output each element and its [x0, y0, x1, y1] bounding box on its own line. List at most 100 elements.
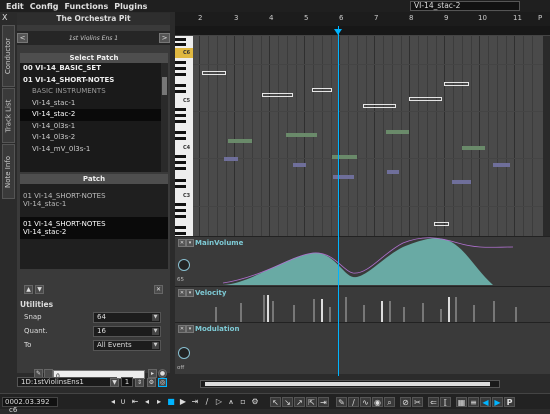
note[interactable] [312, 88, 332, 92]
scroll-left-icon[interactable]: ⇐ [428, 397, 439, 407]
move-down-button[interactable]: ▼ [35, 285, 44, 294]
menu-functions[interactable]: Functions [61, 2, 111, 11]
lane-remove-button[interactable]: ✕ [178, 289, 186, 297]
horizontal-scrollbar[interactable] [200, 380, 500, 388]
note[interactable] [409, 97, 442, 101]
track-number[interactable]: 1 [121, 377, 133, 387]
target-icon[interactable]: ◎ [158, 378, 167, 387]
move-tool-icon[interactable]: ↘ [282, 397, 293, 407]
lane-remove-button[interactable]: ✕ [178, 325, 186, 333]
metronome-icon[interactable]: ⩚ [226, 397, 236, 407]
list-item[interactable]: VI-14_stac-2 [20, 109, 168, 121]
rewind-icon[interactable]: ◂ [108, 397, 118, 407]
scroll-thumb[interactable] [162, 77, 167, 95]
stepper-icon[interactable]: ⇕ [135, 378, 144, 387]
prev-instrument-button[interactable]: < [17, 33, 28, 43]
modulation-lane[interactable]: ✕ ▾ Modulation off [175, 322, 550, 374]
note[interactable] [387, 170, 399, 174]
main-volume-lane[interactable]: ✕ ▾ MainVolume 65 [175, 236, 550, 286]
vertical-scrollbar[interactable] [543, 36, 550, 236]
lane-menu-button[interactable]: ▾ [186, 325, 194, 333]
stop-icon[interactable]: ■ [166, 397, 176, 407]
note[interactable] [434, 222, 449, 226]
close-panel-button[interactable]: X [2, 13, 7, 22]
patch-assignment-item[interactable]: 01 VI-14_SHORT-NOTES VI-14_stac-2 [20, 217, 168, 239]
note[interactable] [386, 130, 409, 134]
list-item[interactable]: BASIC INSTRUMENTS [20, 86, 168, 98]
skip-back-icon[interactable]: ⇤ [130, 397, 140, 407]
track-select[interactable]: 1D:1stViolinsEns1 [17, 377, 117, 387]
length-tool-icon[interactable]: ⇥ [318, 397, 329, 407]
playback-icon[interactable]: ▷ [214, 397, 224, 407]
tab-note-info[interactable]: Note Info [2, 144, 15, 199]
velocity-lane[interactable]: ✕ ▾ Velocity [175, 286, 550, 323]
remove-patch-button[interactable]: ✕ [154, 285, 163, 294]
tab-conductor[interactable]: Conductor [2, 25, 15, 87]
snap-select[interactable]: 64 ▼ [93, 312, 161, 323]
patch-list-scrollbar[interactable] [161, 63, 168, 172]
lane-remove-button[interactable]: ✕ [178, 239, 186, 247]
note[interactable] [202, 71, 226, 75]
list-item[interactable]: VI-14_mV_0l3s-1 [20, 144, 168, 156]
note[interactable] [363, 104, 396, 108]
menu-edit[interactable]: Edit [3, 2, 27, 11]
split-tool-icon[interactable]: ✂ [412, 397, 423, 407]
step-forward-icon[interactable]: ▸ [154, 397, 164, 407]
menu-plugins[interactable]: Plugins [111, 2, 150, 11]
track-title-field[interactable]: VI-14_stac-2 [410, 1, 520, 11]
follow-right-icon[interactable]: ▶ [492, 397, 503, 407]
grid-icon[interactable]: ▦ [456, 397, 467, 407]
note[interactable] [228, 139, 252, 143]
record-icon[interactable]: ▫ [238, 397, 248, 407]
velocity-bars[interactable] [193, 287, 543, 323]
tab-track-list[interactable]: Track List [2, 88, 15, 143]
piano-keyboard[interactable]: C6 C5 C4 C3 [175, 36, 193, 236]
p-button[interactable]: P [504, 397, 515, 407]
patch-list[interactable]: Select Patch 00 VI-14_BASIC_SET 01 VI-14… [20, 53, 168, 172]
quant-select[interactable]: 16 ▼ [93, 326, 161, 337]
move-up-button[interactable]: ▲ [24, 285, 33, 294]
settings-icon[interactable]: ⚙ [250, 397, 260, 407]
tempo-icon[interactable]: ∕ [202, 397, 212, 407]
to-select[interactable]: All Events ▼ [93, 340, 161, 351]
beat-ruler[interactable] [175, 26, 550, 36]
play-icon[interactable]: ▶ [178, 397, 188, 407]
note[interactable] [333, 175, 354, 179]
bar-ruler[interactable]: 2 3 4 5 6 7 8 9 10 11 P [175, 12, 550, 26]
list-icon[interactable]: ≡ [468, 397, 479, 407]
note[interactable] [332, 155, 357, 159]
scroll-thumb[interactable] [205, 382, 490, 386]
next-instrument-button[interactable]: > [159, 33, 170, 43]
note[interactable] [462, 146, 485, 150]
list-item[interactable]: VI-14_stac-1 [20, 98, 168, 110]
list-item[interactable]: VI-14_0l3s-2 [20, 132, 168, 144]
bracket-icon[interactable]: ⟦ [440, 397, 451, 407]
zoom-tool-icon[interactable]: ⌕ [384, 397, 395, 407]
line-tool-icon[interactable]: ∕ [348, 397, 359, 407]
main-volume-knob[interactable] [178, 259, 190, 271]
note[interactable] [293, 163, 306, 167]
note[interactable] [493, 163, 510, 167]
note[interactable] [224, 157, 238, 161]
copy-tool-icon[interactable]: ⇱ [306, 397, 317, 407]
pointer-tool-icon[interactable]: ↖ [270, 397, 281, 407]
loop-icon[interactable]: ∪ [118, 397, 128, 407]
chevron-down-icon[interactable]: ▼ [110, 378, 119, 387]
step-back-icon[interactable]: ◂ [142, 397, 152, 407]
note[interactable] [286, 133, 317, 137]
note[interactable] [452, 180, 471, 184]
follow-left-icon[interactable]: ◀ [480, 397, 491, 407]
list-item[interactable]: VI-14_0l3s-1 [20, 121, 168, 133]
patch-assignment-item[interactable]: 01 VI-14_SHORT-NOTES VI-14_stac-1 [20, 189, 168, 211]
main-volume-curve[interactable] [193, 237, 543, 287]
menu-config[interactable]: Config [27, 2, 62, 11]
list-item[interactable]: 01 VI-14_SHORT-NOTES [20, 75, 168, 87]
erase-tool-icon[interactable]: ◉ [372, 397, 383, 407]
fast-forward-icon[interactable]: ⇥ [190, 397, 200, 407]
curve-tool-icon[interactable]: ∿ [360, 397, 371, 407]
settings-icon[interactable]: ⚙ [147, 378, 156, 387]
mute-tool-icon[interactable]: ⊘ [400, 397, 411, 407]
list-item[interactable]: 00 VI-14_BASIC_SET [20, 63, 168, 75]
note[interactable] [444, 82, 469, 86]
playhead-marker[interactable] [334, 29, 342, 35]
